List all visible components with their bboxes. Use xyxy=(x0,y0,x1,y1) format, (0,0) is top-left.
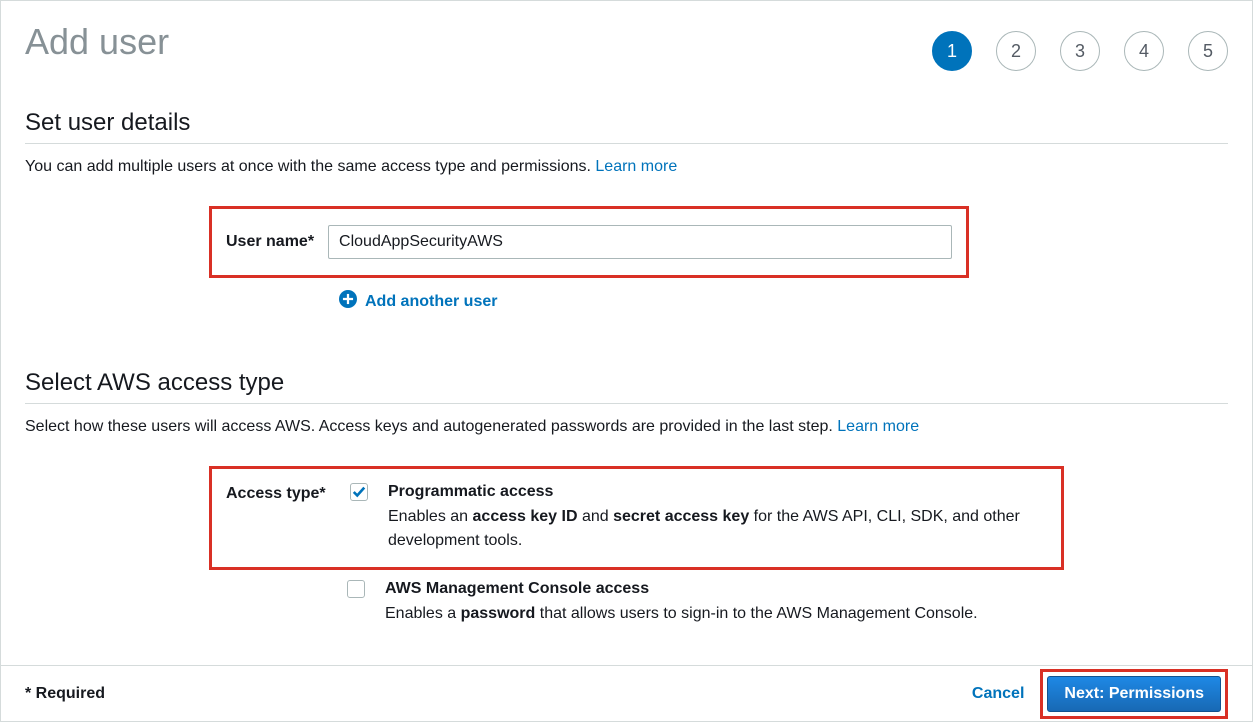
set-user-details-desc: You can add multiple users at once with … xyxy=(25,158,1228,176)
add-another-user-button[interactable]: Add another user xyxy=(339,290,1228,313)
username-label: User name* xyxy=(226,233,314,251)
page-title: Add user xyxy=(25,21,169,63)
access-type-highlight: Access type* Programmatic access Enables… xyxy=(209,466,1064,570)
next-button-highlight: Next: Permissions xyxy=(1040,669,1228,719)
plus-circle-icon xyxy=(339,290,357,313)
console-access-checkbox[interactable] xyxy=(347,580,365,598)
add-user-page: Add user 1 2 3 4 5 Set user details You … xyxy=(0,0,1253,722)
programmatic-access-title: Programmatic access xyxy=(388,483,1047,501)
learn-more-link[interactable]: Learn more xyxy=(595,158,677,175)
cancel-button[interactable]: Cancel xyxy=(972,685,1024,703)
learn-more-access-link[interactable]: Learn more xyxy=(837,418,919,435)
footer-bar: * Required Cancel Next: Permissions xyxy=(1,665,1252,721)
access-type-label: Access type* xyxy=(226,483,336,503)
set-user-details-title: Set user details xyxy=(25,109,1228,144)
add-another-user-label: Add another user xyxy=(365,293,497,311)
console-access-option: AWS Management Console access Enables a … xyxy=(209,570,1064,626)
console-access-title: AWS Management Console access xyxy=(385,580,1050,598)
step-3[interactable]: 3 xyxy=(1060,31,1100,71)
console-access-desc: Enables a password that allows users to … xyxy=(385,602,1050,626)
username-highlight: User name* xyxy=(209,206,969,278)
step-1[interactable]: 1 xyxy=(932,31,972,71)
step-indicator: 1 2 3 4 5 xyxy=(932,21,1228,71)
select-access-type-title: Select AWS access type xyxy=(25,369,1228,404)
step-4[interactable]: 4 xyxy=(1124,31,1164,71)
step-2[interactable]: 2 xyxy=(996,31,1036,71)
programmatic-access-desc: Enables an access key ID and secret acce… xyxy=(388,505,1047,553)
step-5[interactable]: 5 xyxy=(1188,31,1228,71)
username-input[interactable] xyxy=(328,225,952,259)
programmatic-access-checkbox[interactable] xyxy=(350,483,368,501)
required-note: * Required xyxy=(25,685,105,703)
select-access-type-desc: Select how these users will access AWS. … xyxy=(25,418,1228,436)
next-permissions-button[interactable]: Next: Permissions xyxy=(1047,676,1221,712)
